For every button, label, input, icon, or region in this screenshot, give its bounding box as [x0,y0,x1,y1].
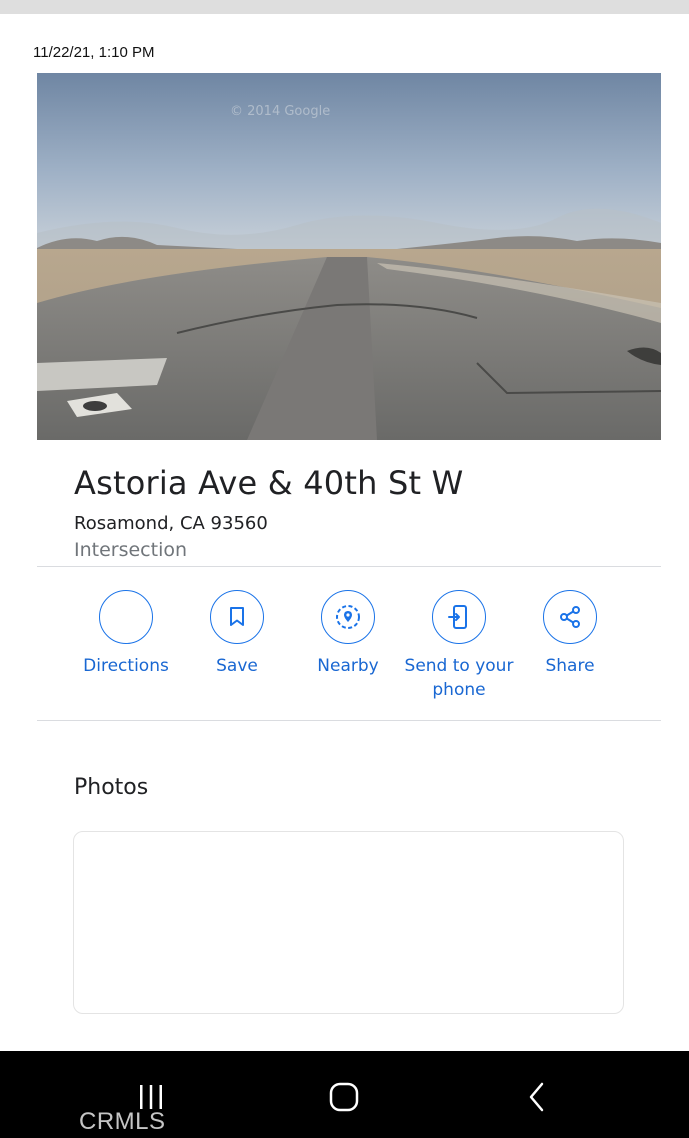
nearby-button[interactable]: Nearby [288,590,408,678]
crmls-watermark: CRMLS [79,1108,166,1135]
send-to-phone-button[interactable]: Send to your phone [399,590,519,702]
place-details-page: 11/22/21, 1:10 PM © 2014 Google Astoria … [0,0,689,1138]
divider-bottom [37,720,661,721]
screenshot-timestamp: 11/22/21, 1:10 PM [33,44,155,61]
place-address: Rosamond, CA 93560 [74,513,268,534]
home-icon[interactable] [319,1077,369,1117]
divider-top [37,566,661,567]
send-to-phone-label: Send to your phone [404,656,514,700]
save-button[interactable]: Save [177,590,297,678]
save-label: Save [216,656,258,676]
street-view-image: © 2014 Google [37,73,661,440]
place-title: Astoria Ave & 40th St W [74,464,464,502]
share-button[interactable]: Share [510,590,630,678]
photos-card[interactable] [73,831,624,1014]
share-label: Share [545,656,595,676]
directions-label: Directions [83,656,169,676]
share-icon [543,590,597,644]
directions-button[interactable]: Directions [66,590,186,678]
place-type: Intersection [74,539,188,561]
back-icon[interactable] [512,1077,562,1117]
bookmark-icon [210,590,264,644]
send-to-phone-icon [432,590,486,644]
directions-icon [99,590,153,644]
google-watermark: © 2014 Google [230,104,330,119]
photos-heading: Photos [74,775,149,800]
street-view-photo[interactable]: © 2014 Google [37,73,661,440]
nearby-icon [321,590,375,644]
nearby-label: Nearby [317,656,379,676]
action-bar: Directions Save Nearby Send to your phon… [70,590,630,710]
top-status-strip [0,0,689,14]
